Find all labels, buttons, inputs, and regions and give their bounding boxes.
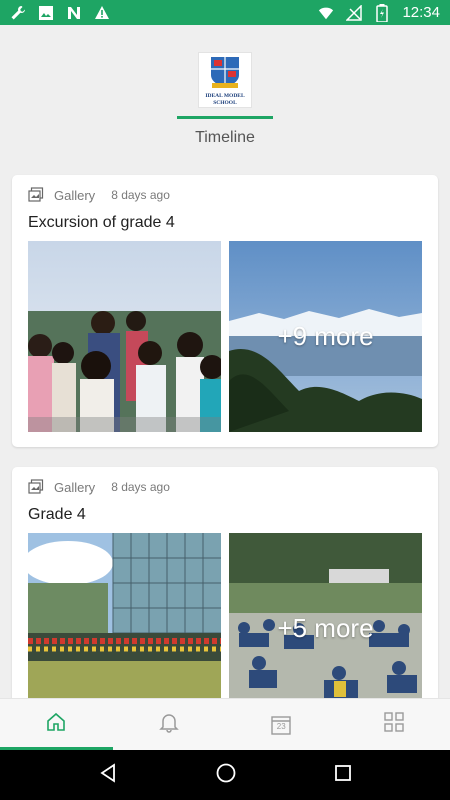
tab-active-indicator [177,116,273,119]
card-category: Gallery [54,479,96,495]
nav-notifications[interactable] [113,699,226,750]
card-time: 8 days ago [111,480,170,494]
status-system-icons: 12:34 [318,3,440,22]
calendar-icon: 23 [271,715,291,735]
card-meta: Gallery 8 days ago [28,479,170,495]
gallery-photo-more[interactable]: +9 more [229,241,422,432]
more-photos-overlay[interactable]: +5 more [229,533,422,698]
card-meta: Gallery 8 days ago [28,187,170,203]
n-icon [66,5,82,21]
logo-text-line2: SCHOOL [213,100,237,106]
wifi-icon [318,5,334,21]
timeline-card[interactable]: Gallery 8 days ago Grade 4 +5 more [12,467,438,698]
timeline-feed[interactable]: Gallery 8 days ago Excursion of grade 4 [0,155,450,698]
gallery-icon [28,187,44,203]
calendar-day-label: 23 [276,721,286,731]
warning-icon [94,5,110,21]
home-icon [45,711,67,738]
image-icon [38,5,54,21]
gallery-photo[interactable] [28,533,221,698]
status-time: 12:34 [402,4,440,21]
grid-icon [383,711,405,738]
nav-calendar[interactable]: 23 [225,699,338,750]
no-signal-icon [346,4,363,21]
gallery-photo-more[interactable]: +5 more [229,533,422,698]
status-bar: 12:34 [0,0,450,25]
wrench-icon [10,5,26,21]
card-time: 8 days ago [111,188,170,202]
gallery-icon [28,479,44,495]
bell-icon [158,711,180,738]
card-title: Grade 4 [28,506,86,523]
nav-menu[interactable] [338,699,450,750]
bottom-navigation: 23 [0,698,450,750]
nav-home[interactable] [0,699,113,750]
app-header: IDEAL MODEL SCHOOL Timeline [0,25,450,155]
card-title: Excursion of grade 4 [28,214,175,231]
card-category: Gallery [54,187,96,203]
battery-charging-icon [374,3,390,22]
logo-text-line1: IDEAL MODEL [205,93,245,99]
back-icon[interactable] [98,762,118,788]
recents-icon[interactable] [334,764,352,787]
home-circle-icon[interactable] [215,762,237,789]
more-photos-overlay[interactable]: +9 more [229,241,422,432]
status-notification-icons [10,5,110,21]
system-navigation-bar [0,750,450,800]
school-logo: IDEAL MODEL SCHOOL [198,52,252,108]
timeline-card[interactable]: Gallery 8 days ago Excursion of grade 4 [12,175,438,447]
gallery-photo[interactable] [28,241,221,432]
tab-timeline[interactable]: Timeline [0,129,450,147]
